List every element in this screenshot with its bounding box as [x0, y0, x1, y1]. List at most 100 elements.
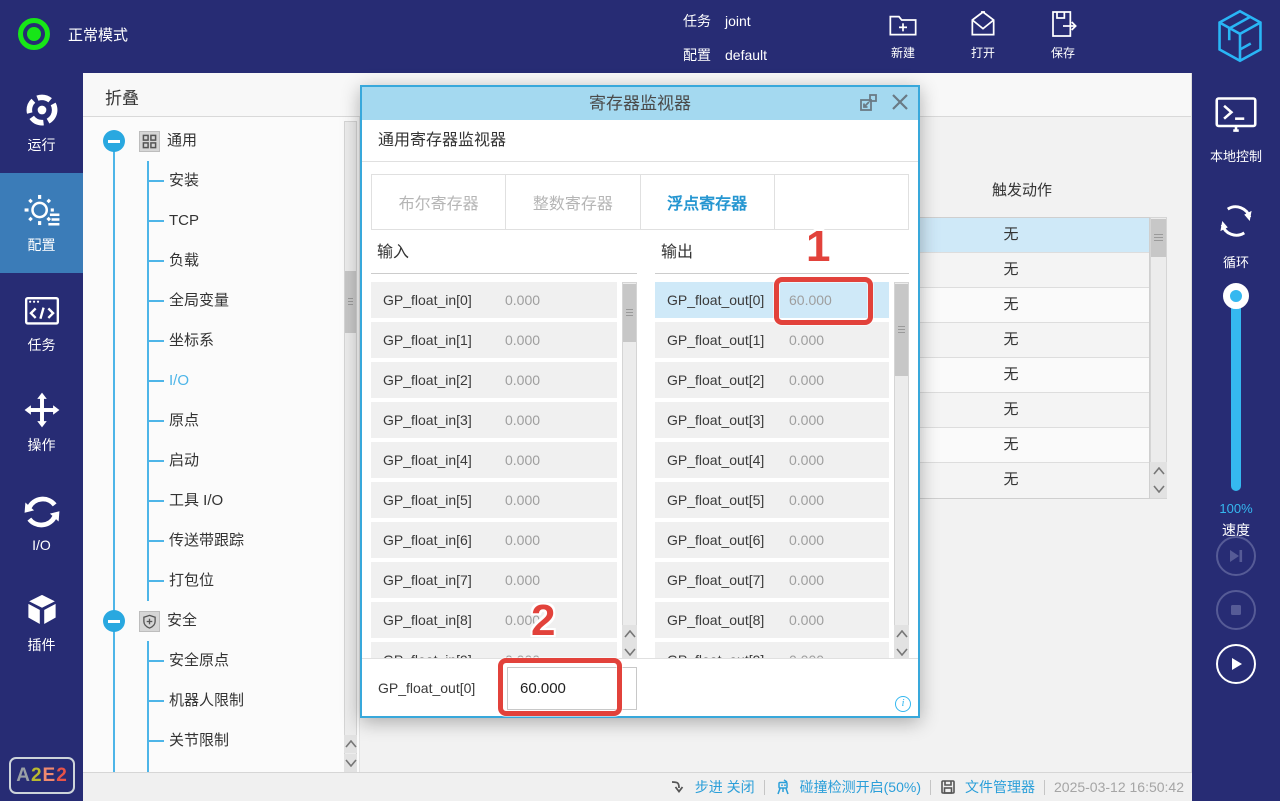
- cube-logo-icon: [1218, 9, 1262, 63]
- tree-item[interactable]: 坐标系: [83, 321, 329, 361]
- register-row[interactable]: GP_float_in[8] 0.000: [371, 602, 617, 638]
- topbar-action-button[interactable]: 打开: [960, 8, 1006, 61]
- register-row[interactable]: GP_float_out[8] 0.000: [655, 602, 889, 638]
- register-tab[interactable]: 整数寄存器: [506, 175, 641, 229]
- topbar-action-button[interactable]: 保存: [1040, 8, 1086, 61]
- config-tree-panel: 通用 安装 TCP 负载 全局变量 坐标系 I/O 原点 启动 工具 I/O 传…: [83, 117, 360, 801]
- register-row[interactable]: GP_float_out[5] 0.000: [655, 482, 889, 518]
- tree-item[interactable]: 通用: [83, 121, 329, 161]
- register-row[interactable]: GP_float_in[0] 0.000: [371, 282, 617, 318]
- editor-register-label: GP_float_out[0]: [378, 680, 476, 696]
- tree-item[interactable]: 安装: [83, 161, 329, 201]
- input-register-rows: GP_float_in[0] 0.000 GP_float_in[1] 0.00…: [371, 282, 617, 662]
- collision-detect-status[interactable]: 碰撞检测开启(50%): [800, 777, 921, 797]
- register-row[interactable]: GP_float_out[6] 0.000: [655, 522, 889, 558]
- register-tab[interactable]: 浮点寄存器: [640, 175, 775, 229]
- step-mode-status[interactable]: 步进 关闭: [695, 777, 755, 797]
- register-row[interactable]: GP_float_in[2] 0.000: [371, 362, 617, 398]
- step-forward-button[interactable]: [1216, 536, 1256, 576]
- scroll-up-button[interactable]: [344, 735, 357, 753]
- sidebar-item[interactable]: 配置: [0, 173, 83, 273]
- register-row[interactable]: GP_float_in[7] 0.000: [371, 562, 617, 598]
- scroll-up-button[interactable]: [1150, 462, 1167, 480]
- tree-item[interactable]: 传送带跟踪: [83, 521, 329, 561]
- tab-label: 浮点寄存器: [667, 196, 748, 213]
- close-icon[interactable]: [890, 92, 910, 112]
- register-tab[interactable]: [774, 175, 908, 229]
- sidebar-item-label: 任务: [27, 337, 56, 353]
- mode-indicator: 正常模式: [18, 18, 128, 50]
- register-row[interactable]: GP_float_in[6] 0.000: [371, 522, 617, 558]
- register-row[interactable]: GP_float_out[1] 0.000: [655, 322, 889, 358]
- scroll-down-button[interactable]: [1150, 480, 1167, 498]
- io-cycle-icon: [24, 496, 59, 528]
- register-row[interactable]: GP_float_in[3] 0.000: [371, 402, 617, 438]
- play-button[interactable]: [1216, 644, 1256, 684]
- register-row[interactable]: GP_float_out[2] 0.000: [655, 362, 889, 398]
- status-ok-icon: [18, 18, 50, 50]
- register-value: 0.000: [789, 572, 825, 588]
- collapse-button[interactable]: 折叠: [105, 84, 139, 109]
- scrollbar-track[interactable]: [1150, 217, 1167, 499]
- stop-button[interactable]: [1216, 590, 1256, 630]
- file-manager-button[interactable]: 文件管理器: [965, 777, 1035, 797]
- collapse-minus-icon[interactable]: [103, 610, 125, 632]
- collapse-minus-icon[interactable]: [103, 130, 125, 152]
- scrollbar-handle[interactable]: [895, 284, 908, 376]
- scroll-down-button[interactable]: [344, 754, 357, 772]
- terminal-icon: [1215, 97, 1257, 132]
- topbar-action-label: 新建: [890, 46, 915, 60]
- sidebar-item[interactable]: 操作: [0, 373, 83, 473]
- dialog-title: 寄存器监视器: [589, 94, 691, 113]
- register-row[interactable]: GP_float_out[7] 0.000: [655, 562, 889, 598]
- register-row[interactable]: GP_float_out[3] 0.000: [655, 402, 889, 438]
- speed-slider-track[interactable]: [1231, 295, 1241, 491]
- register-row[interactable]: GP_float_out[4] 0.000: [655, 442, 889, 478]
- speed-slider-thumb[interactable]: [1223, 283, 1249, 309]
- dialog-titlebar[interactable]: 寄存器监视器: [362, 87, 918, 120]
- tree-item[interactable]: 关节限制: [83, 721, 329, 761]
- tree-item[interactable]: TCP: [83, 201, 329, 241]
- register-tab[interactable]: 布尔寄存器: [372, 175, 507, 229]
- tree-item[interactable]: 安全: [83, 601, 329, 641]
- tree-item-label: 坐标系: [169, 332, 215, 349]
- sidebar-item[interactable]: 任务: [0, 273, 83, 373]
- scrollbar-handle[interactable]: [1151, 219, 1166, 257]
- trigger-scrollbar: [1150, 217, 1167, 499]
- tree-item-label: I/O: [169, 372, 190, 389]
- tree-item[interactable]: I/O: [83, 361, 329, 401]
- scrollbar-handle[interactable]: [345, 271, 356, 333]
- sidebar-item[interactable]: 插件: [0, 573, 83, 673]
- annotation-box-1: [774, 277, 873, 325]
- tree-item[interactable]: 安全原点: [83, 641, 329, 681]
- scrollbar-handle[interactable]: [623, 284, 636, 342]
- tree-item[interactable]: 原点: [83, 401, 329, 441]
- register-row[interactable]: GP_float_in[1] 0.000: [371, 322, 617, 358]
- tree-item[interactable]: 负载: [83, 241, 329, 281]
- scrollbar-track[interactable]: [344, 121, 357, 772]
- loop-button[interactable]: 循环: [1192, 199, 1280, 271]
- tree-item[interactable]: 启动: [83, 441, 329, 481]
- register-name: GP_float_in[4]: [383, 452, 472, 468]
- tree-item[interactable]: 机器人限制: [83, 681, 329, 721]
- trigger-value: 无: [1003, 261, 1019, 278]
- register-name: GP_float_out[5]: [667, 492, 765, 508]
- register-row[interactable]: GP_float_in[4] 0.000: [371, 442, 617, 478]
- register-row[interactable]: GP_float_in[5] 0.000: [371, 482, 617, 518]
- sidebar-item[interactable]: 运行: [0, 73, 83, 173]
- info-icon[interactable]: i: [895, 696, 911, 712]
- tree-item[interactable]: 打包位: [83, 561, 329, 601]
- mode-label: 正常模式: [68, 26, 129, 44]
- sidebar-item[interactable]: I/O: [0, 473, 83, 573]
- tree-item-label: 安装: [169, 172, 200, 189]
- local-control-button[interactable]: 本地控制: [1192, 93, 1280, 165]
- register-name: GP_float_out[7]: [667, 572, 765, 588]
- file-manager-icon: [941, 780, 955, 794]
- tree-item[interactable]: 工具 I/O: [83, 481, 329, 521]
- scroll-up-button[interactable]: [894, 625, 909, 643]
- topbar-action-button[interactable]: 新建: [880, 8, 926, 61]
- tree-item[interactable]: 全局变量: [83, 281, 329, 321]
- input-register-list: GP_float_in[0] 0.000 GP_float_in[1] 0.00…: [371, 282, 637, 662]
- scroll-up-button[interactable]: [622, 625, 637, 643]
- restore-window-icon[interactable]: [859, 93, 878, 112]
